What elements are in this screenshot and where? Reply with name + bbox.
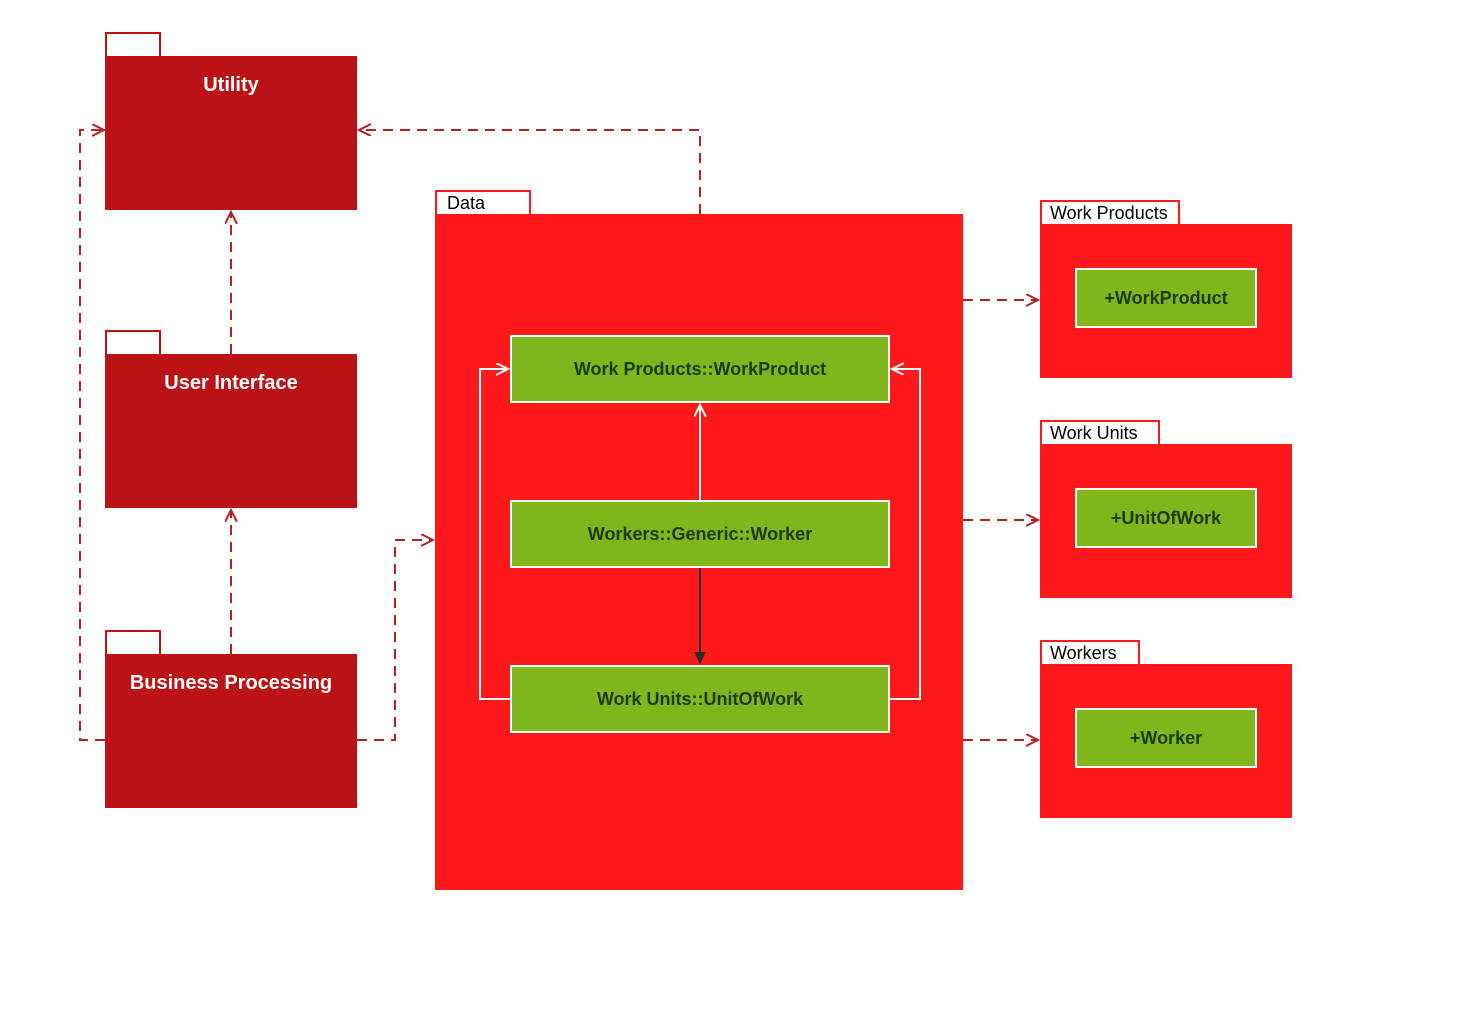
package-user-interface: User Interface bbox=[105, 330, 357, 508]
package-utility: Utility bbox=[105, 32, 357, 210]
dep-businessprocessing-to-utility bbox=[80, 130, 105, 740]
dep-businessprocessing-to-data bbox=[357, 540, 433, 740]
package-workers-tab: Workers bbox=[1040, 640, 1140, 666]
class-workers-generic-worker: Workers::Generic::Worker bbox=[510, 500, 890, 568]
package-work-units-tab: Work Units bbox=[1040, 420, 1160, 446]
class-workproduct: +WorkProduct bbox=[1075, 268, 1257, 328]
package-utility-label: Utility bbox=[107, 74, 355, 97]
package-business-processing: Business Processing bbox=[105, 630, 357, 808]
package-data-label: Data bbox=[447, 193, 485, 214]
class-unitofwork: +UnitOfWork bbox=[1075, 488, 1257, 548]
class-worker: +Worker bbox=[1075, 708, 1257, 768]
package-data-tab: Data bbox=[435, 190, 531, 216]
class-work-units-unitofwork: Work Units::UnitOfWork bbox=[510, 665, 890, 733]
package-work-products-tab: Work Products bbox=[1040, 200, 1180, 226]
package-user-interface-label: User Interface bbox=[107, 372, 355, 395]
package-business-processing-label: Business Processing bbox=[107, 672, 355, 695]
class-work-products-workproduct: Work Products::WorkProduct bbox=[510, 335, 890, 403]
